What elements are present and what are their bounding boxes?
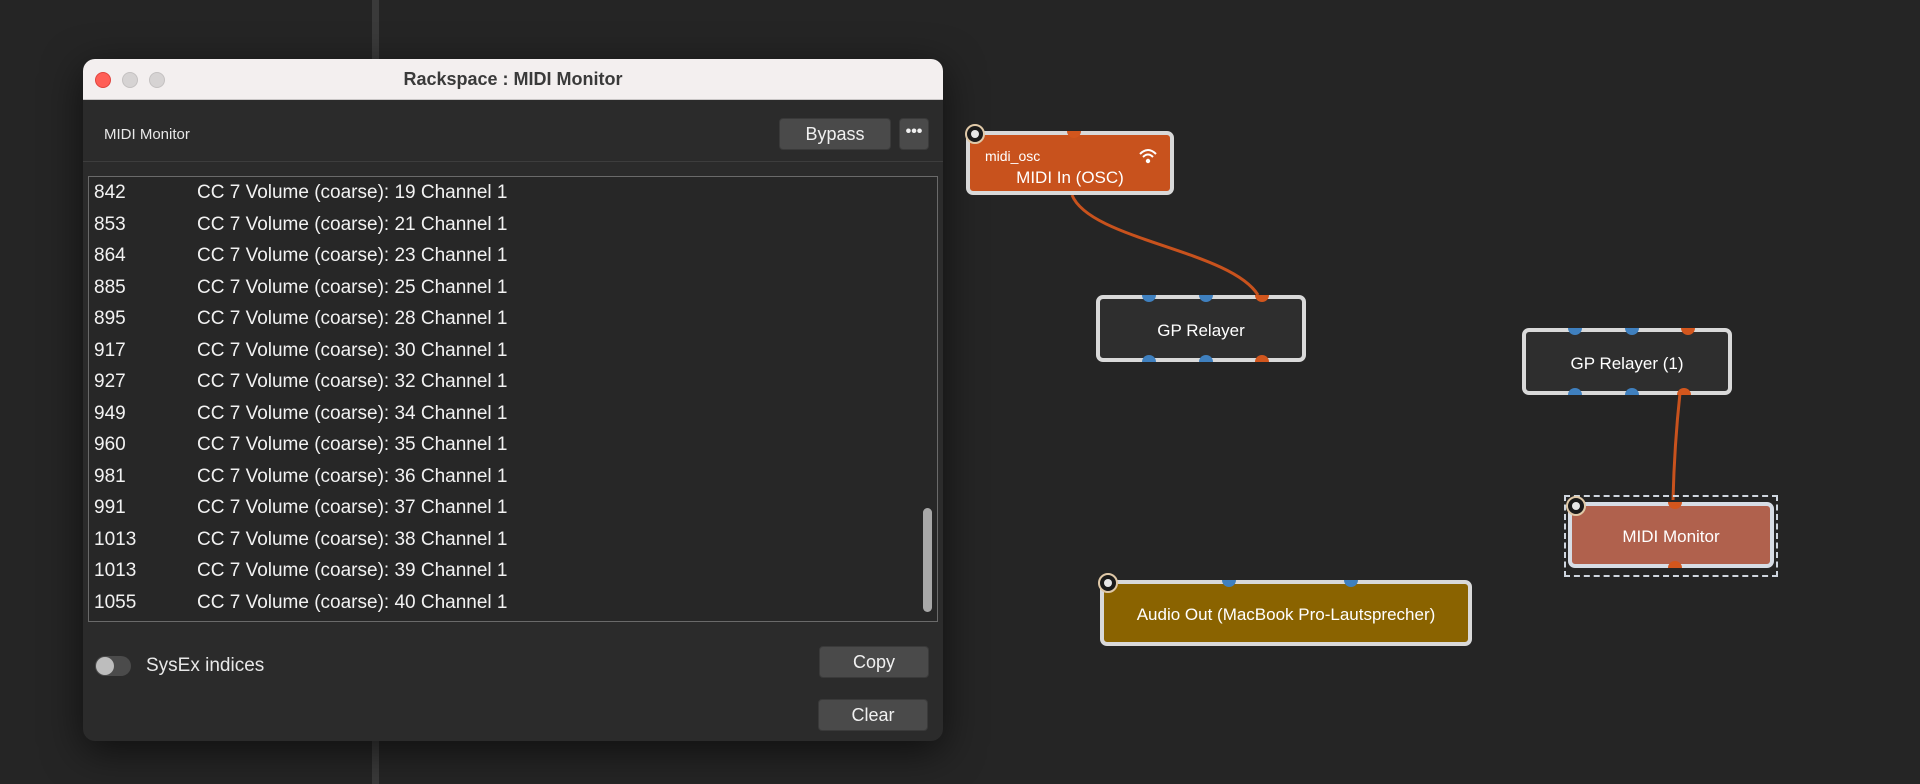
- speaker-icon: [1098, 573, 1118, 593]
- midi-log-list[interactable]: 842 CC 7 Volume (coarse): 19 Channel 1 85…: [88, 176, 938, 622]
- midi-plug-icon: [965, 124, 985, 144]
- log-scrollbar-thumb[interactable]: [923, 508, 932, 612]
- midi-input-pin[interactable]: [1255, 295, 1269, 302]
- audio-input-pin[interactable]: [1568, 328, 1582, 335]
- copy-button[interactable]: Copy: [819, 646, 929, 678]
- audio-output-pin[interactable]: [1142, 355, 1156, 362]
- node-gp-relayer[interactable]: GP Relayer: [1096, 295, 1306, 362]
- sysex-indices-toggle[interactable]: [95, 656, 131, 676]
- midi-input-pin[interactable]: [1681, 328, 1695, 335]
- log-time: 1013: [94, 529, 137, 550]
- more-options-button[interactable]: •••: [899, 118, 929, 150]
- audio-output-pin[interactable]: [1625, 388, 1639, 395]
- audio-input-pin[interactable]: [1199, 295, 1213, 302]
- log-message: CC 7 Volume (coarse): 39 Channel 1: [197, 560, 508, 581]
- node-label: GP Relayer: [1157, 321, 1245, 340]
- midi-input-pin[interactable]: [1067, 131, 1081, 138]
- midi-monitor-window: Rackspace : MIDI Monitor MIDI Monitor By…: [83, 59, 943, 741]
- node-label: MIDI Monitor: [1622, 527, 1720, 546]
- wifi-icon: [1139, 149, 1157, 164]
- log-time: 885: [94, 277, 126, 298]
- node-midi-in-osc[interactable]: midi_osc MIDI In (OSC): [966, 131, 1174, 195]
- audio-input-pin[interactable]: [1222, 580, 1236, 587]
- midi-plug-icon: [1566, 496, 1586, 516]
- window-titlebar[interactable]: Rackspace : MIDI Monitor: [83, 59, 943, 100]
- node-label: Audio Out (MacBook Pro-Lautsprecher): [1136, 605, 1436, 624]
- midi-output-pin[interactable]: [1255, 355, 1269, 362]
- log-time: 917: [94, 340, 126, 361]
- log-time: 1013: [94, 560, 137, 581]
- node-label: MIDI In (OSC): [1016, 168, 1124, 187]
- log-time: 842: [94, 182, 126, 203]
- midi-output-pin[interactable]: [1677, 388, 1691, 395]
- toggle-knob: [96, 657, 114, 675]
- node-gp-relayer-1[interactable]: GP Relayer (1): [1522, 328, 1732, 395]
- log-message: CC 7 Volume (coarse): 30 Channel 1: [197, 340, 508, 361]
- log-time: 949: [94, 403, 126, 424]
- log-message: CC 7 Volume (coarse): 40 Channel 1: [197, 592, 508, 613]
- log-message: CC 7 Volume (coarse): 38 Channel 1: [197, 529, 508, 550]
- node-subtitle: midi_osc: [985, 148, 1041, 164]
- log-message: CC 7 Volume (coarse): 37 Channel 1: [197, 497, 508, 518]
- node-audio-out[interactable]: Audio Out (MacBook Pro-Lautsprecher): [1100, 580, 1472, 646]
- plugin-name-label: MIDI Monitor: [104, 126, 190, 143]
- bypass-button[interactable]: Bypass: [779, 118, 891, 150]
- log-time: 981: [94, 466, 126, 487]
- log-message: CC 7 Volume (coarse): 23 Channel 1: [197, 245, 508, 266]
- audio-input-pin[interactable]: [1625, 328, 1639, 335]
- log-message: CC 7 Volume (coarse): 35 Channel 1: [197, 434, 508, 455]
- log-message: CC 7 Volume (coarse): 21 Channel 1: [197, 214, 508, 235]
- log-time: 1055: [94, 592, 137, 613]
- audio-input-pin[interactable]: [1344, 580, 1358, 587]
- log-time: 960: [94, 434, 126, 455]
- sysex-indices-label: SysEx indices: [146, 655, 265, 676]
- node-label: GP Relayer (1): [1570, 354, 1684, 373]
- audio-output-pin[interactable]: [1199, 355, 1213, 362]
- midi-output-pin[interactable]: [1668, 561, 1682, 568]
- log-time: 864: [94, 245, 126, 266]
- wire-gp-relayer-1-to-midi-monitor: [1671, 392, 1682, 501]
- log-time: 853: [94, 214, 126, 235]
- log-time: 895: [94, 308, 126, 329]
- audio-input-pin[interactable]: [1142, 295, 1156, 302]
- clear-button[interactable]: Clear: [818, 699, 928, 731]
- log-time: 927: [94, 371, 126, 392]
- midi-input-pin[interactable]: [1668, 502, 1682, 509]
- window-title: Rackspace : MIDI Monitor: [403, 69, 623, 89]
- wire-midi-in-to-gp-relayer: [1070, 194, 1260, 296]
- log-message: CC 7 Volume (coarse): 28 Channel 1: [197, 308, 508, 329]
- log-message: CC 7 Volume (coarse): 34 Channel 1: [197, 403, 508, 424]
- log-message: CC 7 Volume (coarse): 19 Channel 1: [197, 182, 508, 203]
- audio-output-pin[interactable]: [1568, 388, 1582, 395]
- log-message: CC 7 Volume (coarse): 32 Channel 1: [197, 371, 508, 392]
- log-message: CC 7 Volume (coarse): 25 Channel 1: [197, 277, 508, 298]
- log-message: CC 7 Volume (coarse): 36 Channel 1: [197, 466, 508, 487]
- header-divider: [83, 161, 943, 162]
- log-time: 991: [94, 497, 126, 518]
- node-midi-monitor[interactable]: MIDI Monitor: [1568, 502, 1774, 568]
